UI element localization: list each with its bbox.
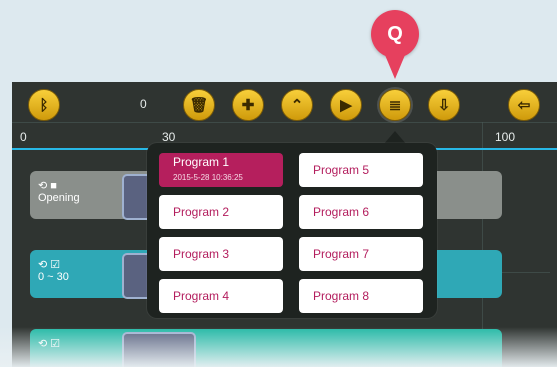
program-label: Program 2 (173, 205, 230, 219)
program-4[interactable]: Program 4 (159, 279, 283, 313)
track-label: 0 ~ 30 (38, 271, 69, 283)
track-block[interactable] (122, 332, 196, 367)
program-7[interactable]: Program 7 (299, 237, 423, 271)
timeline-end-label: 100 (495, 130, 516, 144)
callout-label: Q (387, 22, 403, 45)
program-1[interactable]: Program 1 2015-5-28 10:36:25 (159, 153, 283, 187)
program-5[interactable]: Program 5 (299, 153, 423, 187)
counter-value: 0 (140, 97, 147, 111)
programs-icon[interactable]: ≣ (379, 89, 411, 121)
program-8[interactable]: Program 8 (299, 279, 423, 313)
program-popup: Program 1 2015-5-28 10:36:25 Program 2 P… (147, 143, 437, 318)
track-toggle: ⟲ ■ Opening (38, 180, 80, 204)
program-label: Program 7 (313, 247, 370, 261)
program-label: Program 8 (313, 289, 370, 303)
track-toggle: ⟲ ☑ 0 ~ 30 (38, 259, 69, 283)
exit-icon[interactable]: ⇦ (508, 89, 540, 121)
top-band (0, 0, 557, 88)
track-toggle: ⟲ ☑ (38, 338, 61, 350)
callout-pin: Q (371, 10, 419, 58)
callout-pointer (385, 55, 405, 79)
program-3[interactable]: Program 3 (159, 237, 283, 271)
timeline-start-label: 0 (20, 130, 27, 144)
bluetooth-icon[interactable]: ᛒ (28, 89, 60, 121)
add-icon[interactable]: ✚ (232, 89, 264, 121)
circuit-line (482, 122, 483, 347)
program-label: Program 1 (173, 155, 230, 169)
program-label: Program 5 (313, 163, 370, 177)
save-icon[interactable]: ⇩ (428, 89, 460, 121)
timeline-mid-label: 30 (162, 130, 176, 144)
trash-icon[interactable]: 🗑 (183, 89, 215, 121)
up-icon[interactable]: ⌃ (281, 89, 313, 121)
track-extra[interactable]: ⟲ ☑ (30, 329, 502, 367)
play-icon[interactable]: ▶ (330, 89, 362, 121)
circuit-line (12, 122, 557, 123)
program-2[interactable]: Program 2 (159, 195, 283, 229)
track-label: Opening (38, 192, 80, 204)
program-label: Program 6 (313, 205, 370, 219)
program-date: 2015-5-28 10:36:25 (173, 173, 243, 182)
program-6[interactable]: Program 6 (299, 195, 423, 229)
program-label: Program 4 (173, 289, 230, 303)
program-label: Program 3 (173, 247, 230, 261)
